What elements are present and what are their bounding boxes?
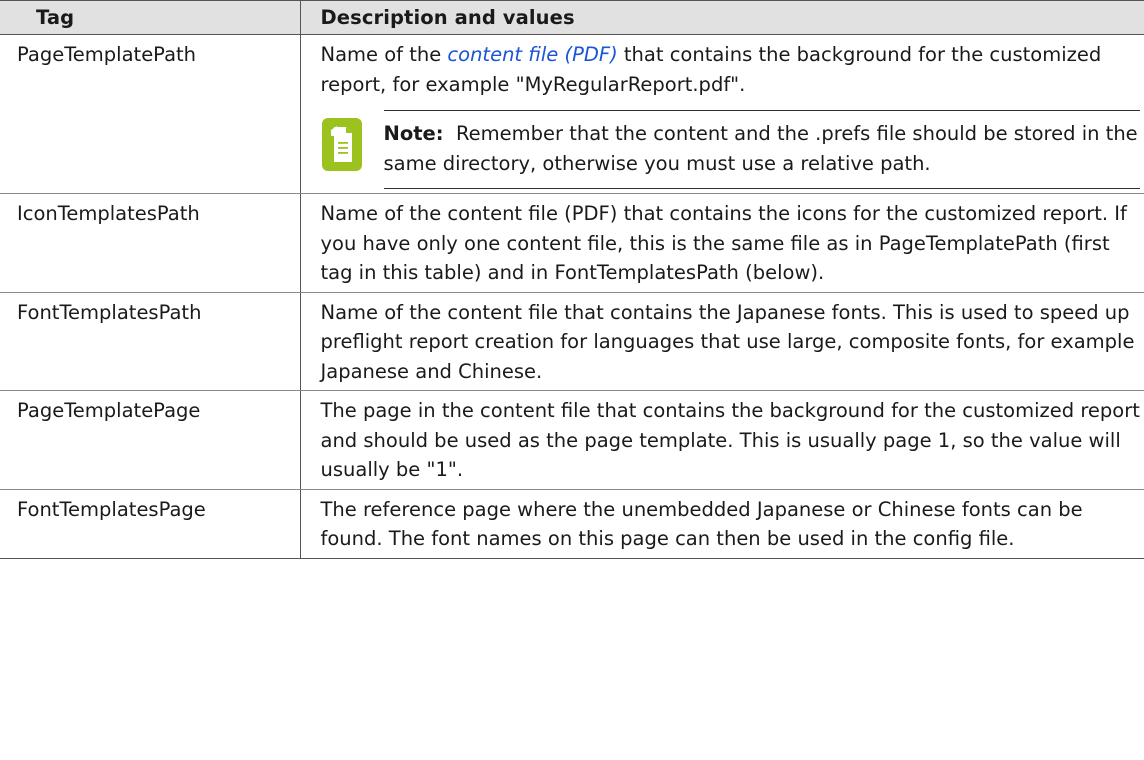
header-description: Description and values xyxy=(300,0,1144,35)
description-text: Name of the content file (PDF) that cont… xyxy=(321,40,1141,99)
description-cell: The reference page where the unembedded … xyxy=(300,489,1144,559)
table-row: FontTemplatesPath Name of the content fi… xyxy=(0,292,1144,391)
note-box: Note: Remember that the content and the … xyxy=(321,110,1144,189)
note-label: Note: xyxy=(383,122,444,145)
description-text-start: Name of the xyxy=(320,43,448,66)
tag-cell: PageTemplatePage xyxy=(0,390,301,490)
note-text: Remember that the content and the .prefs… xyxy=(383,122,1144,175)
description-cell: The page in the content file that contai… xyxy=(300,390,1144,490)
table-row: PageTemplatePage The page in the content… xyxy=(0,390,1144,490)
table-row: FontTemplatesPage The reference page whe… xyxy=(0,489,1144,559)
tag-cell: FontTemplatesPath xyxy=(0,292,301,391)
tag-cell: IconTemplatesPath xyxy=(0,193,301,293)
content-file-link[interactable]: content file (PDF) xyxy=(447,43,617,66)
tags-table: Tag Description and values PageTemplateP… xyxy=(0,0,1144,559)
tag-cell: FontTemplatesPage xyxy=(0,489,301,559)
note-document-icon xyxy=(321,118,362,171)
description-cell: Name of the content file that contains t… xyxy=(300,292,1144,391)
table-row: IconTemplatesPath Name of the content fi… xyxy=(0,193,1144,293)
note-body: Note: Remember that the content and the … xyxy=(383,110,1144,189)
description-cell: Name of the content file (PDF) that cont… xyxy=(300,34,1144,194)
header-tag: Tag xyxy=(0,0,301,35)
table-row: PageTemplatePath Name of the content fil… xyxy=(0,34,1144,194)
table-header-row: Tag Description and values xyxy=(0,0,1144,35)
description-cell: Name of the content file (PDF) that cont… xyxy=(300,193,1144,293)
tag-cell: PageTemplatePath xyxy=(0,34,301,194)
